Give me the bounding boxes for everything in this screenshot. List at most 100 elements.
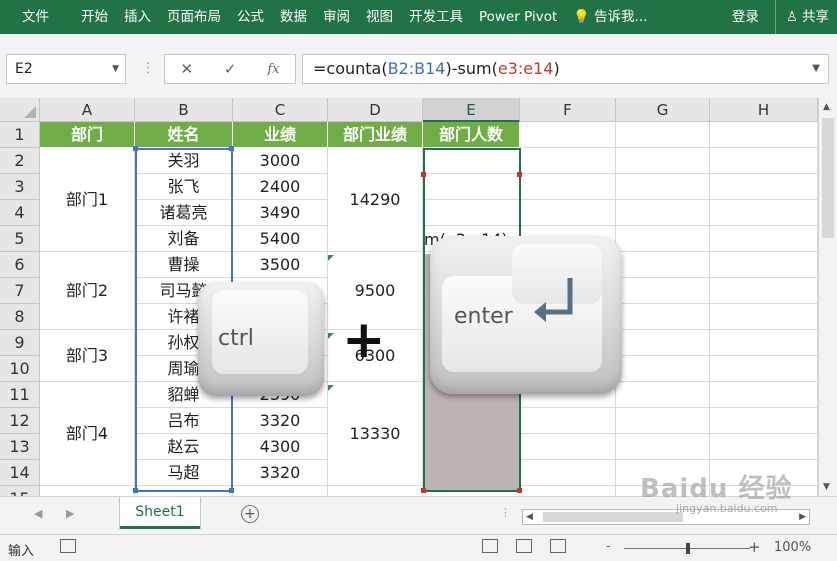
next-sheet-icon[interactable]: ▶ [66, 507, 74, 520]
cell[interactable] [616, 252, 710, 278]
range-handle[interactable] [229, 146, 234, 151]
dept-cell[interactable]: 部门3 [40, 330, 135, 382]
cell[interactable] [40, 486, 135, 496]
cell[interactable] [520, 408, 616, 434]
chevron-down-icon[interactable]: ▼ [112, 55, 119, 83]
prev-sheet-icon[interactable]: ◀ [34, 507, 42, 520]
tab-file[interactable]: 文件 [0, 0, 73, 34]
cell[interactable] [710, 434, 818, 460]
row-header-1[interactable]: 1 [0, 122, 40, 148]
row-header-2[interactable]: 2 [0, 148, 40, 174]
range-handle[interactable] [421, 172, 426, 177]
cell[interactable] [233, 486, 328, 496]
column-header-b[interactable]: B [135, 98, 233, 122]
count-cell[interactable] [423, 200, 520, 226]
cancel-icon[interactable]: ✕ [180, 60, 193, 78]
header-cell[interactable]: 姓名 [135, 122, 233, 148]
cell[interactable] [520, 122, 616, 148]
zoom-level[interactable]: 100% [774, 540, 811, 555]
row-header-4[interactable]: 4 [0, 200, 40, 226]
tab-insert[interactable]: 插入 [116, 0, 159, 34]
cell[interactable] [616, 330, 710, 356]
header-cell[interactable]: 部门业绩 [328, 122, 423, 148]
name-cell[interactable]: 关羽 [135, 148, 233, 174]
tab-formulas[interactable]: 公式 [229, 0, 272, 34]
score-cell[interactable]: 3320 [233, 408, 328, 434]
tab-page-layout[interactable]: 页面布局 [159, 0, 229, 34]
name-cell[interactable]: 曹操 [135, 252, 233, 278]
dept-cell[interactable]: 部门1 [40, 148, 135, 252]
cell[interactable] [520, 148, 616, 174]
score-cell[interactable]: 4300 [233, 434, 328, 460]
cell[interactable] [710, 408, 818, 434]
row-header-11[interactable]: 11 [0, 382, 40, 408]
tab-data[interactable]: 数据 [272, 0, 315, 34]
cell[interactable] [710, 174, 818, 200]
sheet-tab-sheet1[interactable]: Sheet1 [120, 497, 200, 529]
row-header-15[interactable]: 15 [0, 486, 40, 496]
tab-power-pivot[interactable]: Power Pivot [471, 0, 565, 34]
normal-view-icon[interactable] [482, 539, 498, 553]
cell[interactable] [616, 122, 710, 148]
name-cell[interactable]: 诸葛亮 [135, 200, 233, 226]
cell[interactable] [710, 330, 818, 356]
hscroll-thumb[interactable] [543, 512, 683, 522]
row-header-9[interactable]: 9 [0, 330, 40, 356]
column-header-c[interactable]: C [233, 98, 328, 122]
cell[interactable] [710, 122, 818, 148]
cell[interactable] [616, 148, 710, 174]
scroll-down-icon[interactable]: ▼ [823, 482, 830, 492]
count-cell[interactable] [423, 174, 520, 200]
row-header-6[interactable]: 6 [0, 252, 40, 278]
expand-formula-icon[interactable]: ▼ [812, 55, 820, 83]
score-cell[interactable]: 5400 [233, 226, 328, 252]
cell[interactable] [520, 460, 616, 486]
column-header-a[interactable]: A [40, 98, 135, 122]
drag-handle-icon[interactable]: ⋮ [141, 60, 155, 76]
cell[interactable] [616, 356, 710, 382]
cell[interactable] [616, 200, 710, 226]
tab-split-handle-icon[interactable]: ⋮ [500, 506, 511, 519]
cell[interactable] [616, 174, 710, 200]
cell[interactable] [520, 486, 616, 496]
tell-me-search[interactable]: 💡 告诉我... [565, 0, 655, 34]
zoom-out-button[interactable]: - [606, 539, 611, 554]
score-cell[interactable]: 2400 [233, 174, 328, 200]
cell[interactable] [520, 434, 616, 460]
share-button[interactable]: ♙ 共享 [774, 0, 837, 34]
row-header-3[interactable]: 3 [0, 174, 40, 200]
name-cell[interactable]: 马超 [135, 460, 233, 486]
cell[interactable] [710, 200, 818, 226]
cell[interactable] [328, 486, 423, 496]
cell[interactable] [520, 200, 616, 226]
row-header-12[interactable]: 12 [0, 408, 40, 434]
cell[interactable] [616, 434, 710, 460]
name-cell[interactable]: 张飞 [135, 174, 233, 200]
name-cell[interactable]: 赵云 [135, 434, 233, 460]
score-cell[interactable]: 3490 [233, 200, 328, 226]
cell[interactable] [710, 382, 818, 408]
add-sheet-icon[interactable]: + [241, 505, 259, 523]
scroll-right-icon[interactable]: ▶ [799, 510, 806, 524]
cell[interactable] [616, 408, 710, 434]
name-box[interactable]: E2 ▼ [6, 54, 126, 84]
formula-input[interactable]: =counta(B2:B14)-sum(e3:e14) ▼ [302, 54, 829, 84]
cell[interactable] [616, 382, 710, 408]
row-header-7[interactable]: 7 [0, 278, 40, 304]
cell[interactable] [520, 174, 616, 200]
scroll-thumb[interactable] [822, 118, 834, 238]
row-header-5[interactable]: 5 [0, 226, 40, 252]
header-cell[interactable]: 部门 [40, 122, 135, 148]
row-header-14[interactable]: 14 [0, 460, 40, 486]
score-cell[interactable]: 3320 [233, 460, 328, 486]
column-header-e[interactable]: E [423, 98, 520, 122]
tab-developer[interactable]: 开发工具 [401, 0, 471, 34]
tab-view[interactable]: 视图 [358, 0, 401, 34]
dept-total-cell[interactable]: 13330 [328, 382, 423, 486]
page-break-view-icon[interactable] [550, 539, 566, 553]
select-all-corner[interactable] [0, 98, 40, 122]
zoom-slider-knob[interactable] [686, 543, 690, 554]
range-handle[interactable] [133, 146, 138, 151]
count-cell[interactable] [423, 148, 520, 174]
enter-check-icon[interactable]: ✓ [224, 60, 237, 78]
